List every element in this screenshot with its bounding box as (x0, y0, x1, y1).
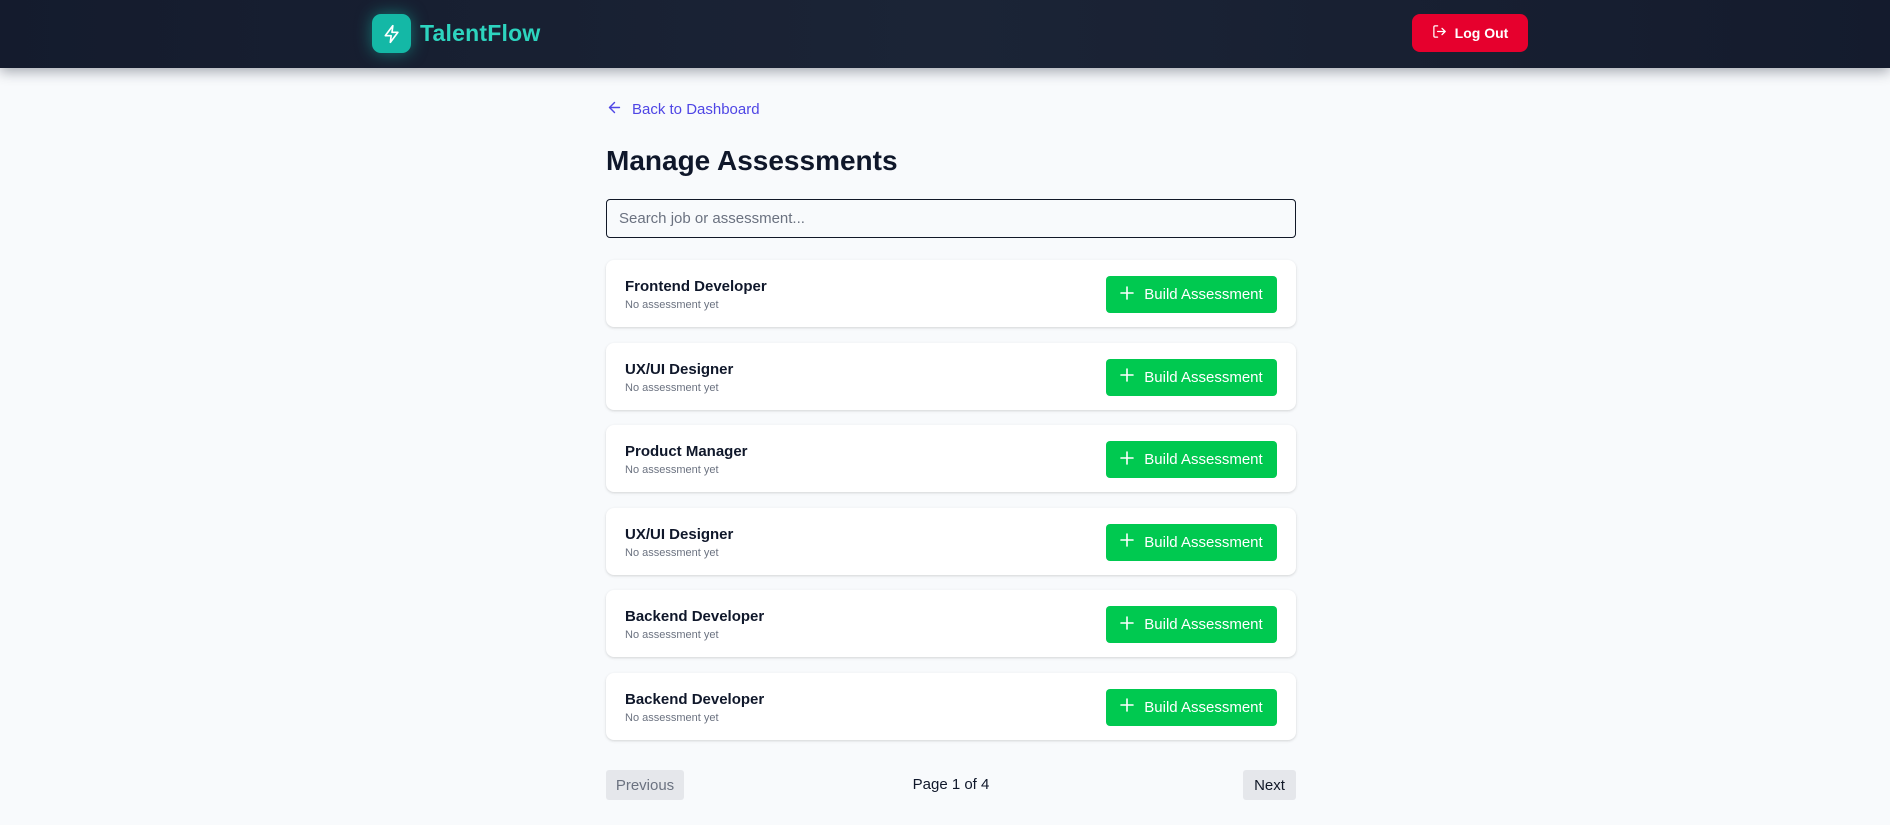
job-title: UX/UI Designer (625, 525, 734, 543)
back-to-dashboard-link[interactable]: Back to Dashboard (606, 99, 760, 120)
job-assessment-status: No assessment yet (625, 629, 719, 641)
build-assessment-button[interactable]: Build Assessment (1106, 441, 1277, 478)
build-assessment-label: Build Assessment (1144, 616, 1263, 633)
top-navbar: TalentFlow Log Out (0, 0, 1890, 68)
job-card: Backend Developer No assessment yet Buil… (606, 672, 1296, 740)
build-assessment-button[interactable]: Build Assessment (1106, 523, 1277, 561)
logout-label: Log Out (1454, 25, 1509, 41)
job-title: Backend Developer (625, 608, 765, 625)
job-card: Frontend Developer No assessment yet Bui… (606, 260, 1296, 327)
lightning-bolt-icon (372, 14, 411, 53)
job-card: UX/UI Designer No assessment yet Build A… (606, 342, 1296, 410)
plus-icon (1120, 285, 1135, 304)
brand-name: TalentFlow (420, 20, 541, 46)
build-assessment-label: Build Assessment (1144, 368, 1263, 386)
job-title: Frontend Developer (625, 278, 767, 295)
job-card: Backend Developer No assessment yet Buil… (606, 590, 1296, 657)
job-assessment-status: No assessment yet (625, 299, 719, 311)
page-title: Manage Assessments (606, 145, 898, 176)
build-assessment-button[interactable]: Build Assessment (1106, 606, 1277, 643)
build-assessment-label: Build Assessment (1144, 698, 1263, 716)
logout-icon (1432, 24, 1447, 42)
job-card: UX/UI Designer No assessment yet Build A… (606, 507, 1296, 575)
build-assessment-button[interactable]: Build Assessment (1106, 358, 1277, 396)
back-link-label: Back to Dashboard (632, 101, 760, 118)
job-assessment-status: No assessment yet (625, 381, 719, 394)
brand-logo[interactable]: TalentFlow (372, 14, 540, 53)
job-assessment-status: No assessment yet (625, 711, 719, 724)
plus-icon (1120, 698, 1135, 716)
job-title: Backend Developer (625, 690, 765, 708)
pagination: Previous Page 1 of 4 Next (606, 770, 1296, 800)
job-title: UX/UI Designer (625, 360, 734, 378)
build-assessment-label: Build Assessment (1144, 451, 1263, 468)
next-page-button[interactable]: Next (1243, 770, 1296, 800)
arrow-left-icon (606, 99, 623, 120)
job-assessment-status: No assessment yet (625, 546, 719, 559)
build-assessment-button[interactable]: Build Assessment (1106, 276, 1277, 313)
plus-icon (1120, 615, 1135, 634)
build-assessment-label: Build Assessment (1144, 533, 1263, 551)
job-card: Product Manager No assessment yet Build … (606, 425, 1296, 492)
page-indicator: Page 1 of 4 (912, 776, 990, 793)
build-assessment-label: Build Assessment (1144, 286, 1263, 303)
job-title: Product Manager (625, 443, 748, 460)
build-assessment-button[interactable]: Build Assessment (1106, 688, 1277, 726)
job-list: Frontend Developer No assessment yet Bui… (606, 260, 1296, 755)
plus-icon (1120, 533, 1135, 551)
search-input[interactable] (606, 199, 1296, 238)
logout-button[interactable]: Log Out (1412, 14, 1528, 52)
job-assessment-status: No assessment yet (625, 464, 719, 476)
plus-icon (1120, 450, 1135, 469)
plus-icon (1120, 368, 1135, 386)
